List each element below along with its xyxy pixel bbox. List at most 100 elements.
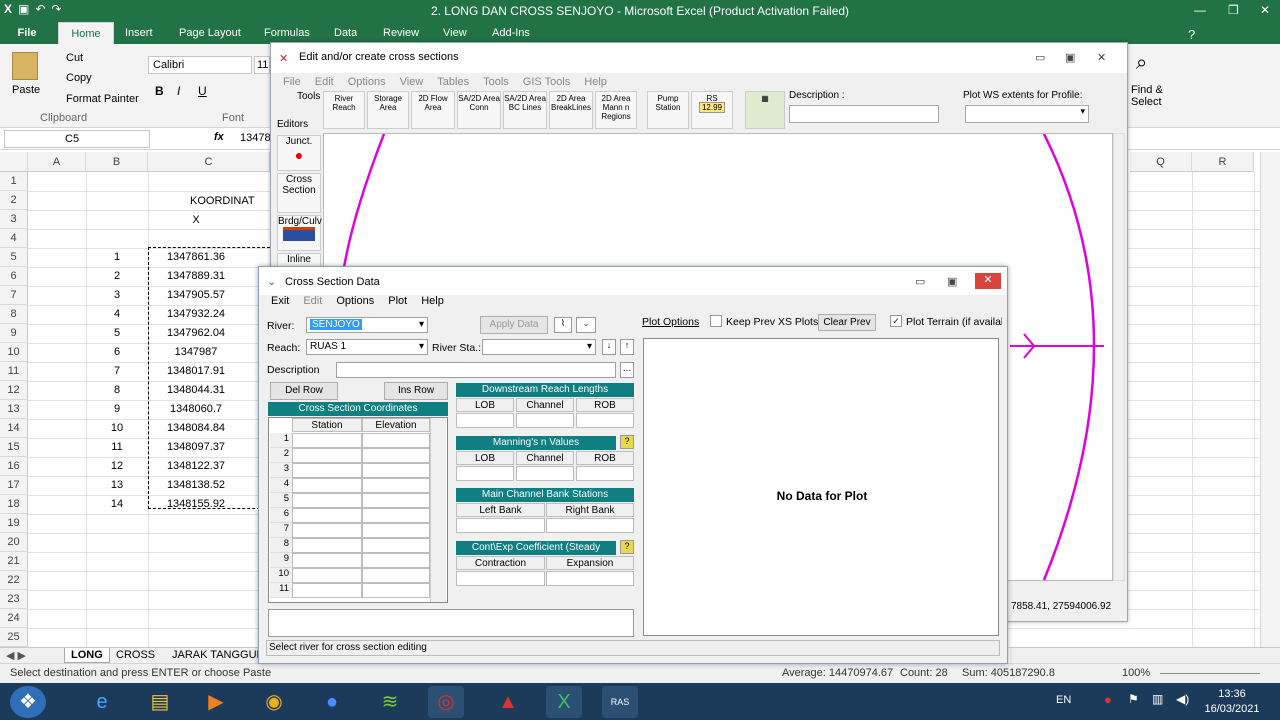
elevation-cell[interactable] <box>362 583 430 598</box>
cell-c[interactable] <box>148 229 244 248</box>
row-header[interactable]: 9 <box>0 324 28 343</box>
station-cell[interactable] <box>292 538 362 553</box>
ds-lob-input[interactable] <box>456 413 514 428</box>
station-cell[interactable] <box>292 523 362 538</box>
river-select[interactable]: SENJOYO ▾ <box>306 317 428 333</box>
river-tool-icon[interactable]: ⌇ <box>554 317 572 333</box>
pump-station-button[interactable]: Pump Station <box>647 91 689 129</box>
sheet-tab-jarak-tanggul[interactable]: JARAK TANGGUL <box>172 649 263 661</box>
clock-time[interactable]: 13:36 <box>1200 688 1264 700</box>
cell-b[interactable]: 6 <box>86 343 148 362</box>
italic-button[interactable]: I <box>177 84 180 98</box>
station-cell[interactable] <box>292 583 362 598</box>
xsd-menu-help[interactable]: Help <box>421 295 444 311</box>
menu-tables[interactable]: Tables <box>437 76 469 88</box>
cell-b[interactable] <box>86 590 148 609</box>
menu-file[interactable]: File <box>283 76 301 88</box>
menu-edit[interactable]: Edit <box>315 76 334 88</box>
cell-b[interactable] <box>86 609 148 628</box>
cell-b[interactable]: 1 <box>86 248 148 267</box>
chrome-icon[interactable]: ◉ <box>256 686 292 718</box>
cell-b[interactable]: 13 <box>86 476 148 495</box>
underline-button[interactable]: U <box>198 84 207 98</box>
network-app-icon[interactable]: ≋ <box>372 686 408 718</box>
geo-close-icon[interactable]: ✕ <box>1097 51 1106 64</box>
elevation-cell[interactable] <box>362 508 430 523</box>
map-icon[interactable]: ▦ <box>745 91 785 129</box>
geo-minimize-icon[interactable]: ▭ <box>1035 51 1045 64</box>
xs-plot-area[interactable]: No Data for Plot <box>643 338 999 636</box>
menu-tools[interactable]: Tools <box>483 76 509 88</box>
xsd-close-icon[interactable]: ✕ <box>975 273 1001 289</box>
volume-tray-icon[interactable]: ◀) <box>1176 692 1189 706</box>
language-indicator[interactable]: EN <box>1056 694 1071 706</box>
row-header[interactable]: 11 <box>0 362 28 381</box>
cell-b[interactable]: 8 <box>86 381 148 400</box>
row-header[interactable]: 16 <box>0 457 28 476</box>
close-icon[interactable]: ✕ <box>1260 3 1270 17</box>
2d-mann-n-regions-button[interactable]: 2D Area Mann n Regions <box>595 91 637 129</box>
xs-description-input[interactable] <box>336 362 616 378</box>
next-station-up-icon[interactable]: ↑ <box>620 339 634 355</box>
cell-b[interactable] <box>86 514 148 533</box>
xsd-menu-options[interactable]: Options <box>336 295 374 311</box>
hec-ras-taskbar-icon[interactable]: RAS <box>602 686 638 718</box>
tab-add-ins[interactable]: Add-Ins <box>492 27 530 39</box>
menu-view[interactable]: View <box>400 76 424 88</box>
row-header[interactable]: 4 <box>0 229 28 248</box>
row-header[interactable]: 18 <box>0 495 28 514</box>
row-header[interactable]: 20 <box>0 533 28 552</box>
paste-icon[interactable] <box>12 52 38 80</box>
cell-b[interactable]: 4 <box>86 305 148 324</box>
network-tray-icon[interactable]: ▥ <box>1152 692 1163 706</box>
menu-options[interactable]: Options <box>348 76 386 88</box>
geometry-description-input[interactable] <box>789 105 939 123</box>
station-cell[interactable] <box>292 568 362 583</box>
redo-icon[interactable]: ↷ <box>51 2 61 16</box>
row-header[interactable]: 6 <box>0 267 28 286</box>
cell-b[interactable]: 3 <box>86 286 148 305</box>
font-size-select[interactable]: 11 <box>254 56 270 74</box>
restore-icon[interactable]: ❐ <box>1228 3 1239 17</box>
row-header[interactable]: 23 <box>0 590 28 609</box>
clock-date[interactable]: 16/03/2021 <box>1200 703 1264 715</box>
row-header[interactable]: 5 <box>0 248 28 267</box>
sheet-nav-icon[interactable]: ◀ ▶ <box>6 649 26 662</box>
cell-c[interactable] <box>148 590 244 609</box>
plot-terrain-checkbox[interactable]: ✓ <box>890 315 902 327</box>
tab-review[interactable]: Review <box>383 27 419 39</box>
cell-c[interactable] <box>148 552 244 571</box>
2d-flow-area-button[interactable]: 2D Flow Area <box>411 91 455 129</box>
elevation-cell[interactable] <box>362 463 430 478</box>
bridge-culvert-editor-button[interactable]: Brdg/Culv <box>277 215 322 251</box>
elevation-cell[interactable] <box>362 523 430 538</box>
station-cell[interactable] <box>292 448 362 463</box>
flag-tray-icon[interactable]: ⚑ <box>1128 692 1139 706</box>
zoom-level[interactable]: 100% <box>1122 667 1150 679</box>
column-header-b[interactable]: B <box>86 152 148 172</box>
cell-b[interactable] <box>86 229 148 248</box>
row-header[interactable]: 15 <box>0 438 28 457</box>
xsd-menu-exit[interactable]: Exit <box>271 295 289 311</box>
river-reach-button[interactable]: River Reach <box>323 91 365 129</box>
tab-formulas[interactable]: Formulas <box>264 27 310 39</box>
column-header-q[interactable]: Q <box>1130 152 1192 172</box>
vertical-scrollbar[interactable] <box>1260 152 1280 647</box>
2d-breaklines-button[interactable]: 2D Area BreakLines <box>549 91 593 129</box>
select-all-corner[interactable] <box>0 152 28 172</box>
cell-b[interactable] <box>86 210 148 229</box>
minimize-icon[interactable]: — <box>1194 3 1206 17</box>
cell-b[interactable]: 10 <box>86 419 148 438</box>
menu-gis-tools[interactable]: GIS Tools <box>523 76 571 88</box>
menu-help[interactable]: Help <box>584 76 607 88</box>
sheet-tab-cross[interactable]: CROSS <box>116 649 155 661</box>
ds-channel-input[interactable] <box>516 413 574 428</box>
cell-b[interactable]: 12 <box>86 457 148 476</box>
keep-prev-checkbox[interactable] <box>710 315 722 327</box>
station-cell[interactable] <box>292 508 362 523</box>
station-cell[interactable] <box>292 553 362 568</box>
geo-restore-icon[interactable]: ▣ <box>1065 51 1075 64</box>
n-rob-input[interactable] <box>576 466 634 481</box>
plot-ws-select[interactable]: ▾ <box>965 105 1089 123</box>
xsd-menu-edit[interactable]: Edit <box>303 295 322 311</box>
